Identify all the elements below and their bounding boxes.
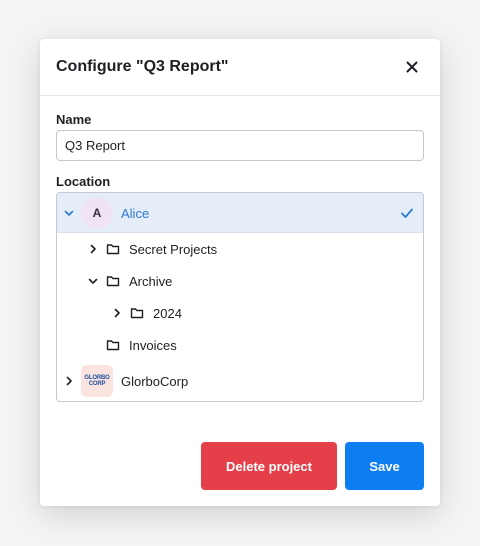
name-label: Name: [56, 112, 92, 127]
chevron-right-icon[interactable]: [63, 375, 75, 387]
tree-item-label: Secret Projects: [129, 242, 218, 257]
dialog-title: Configure "Q3 Report": [56, 58, 229, 75]
chevron-down-icon[interactable]: [63, 207, 75, 219]
folder-icon: [106, 244, 120, 255]
name-input[interactable]: [56, 130, 424, 161]
folder-icon: [130, 308, 144, 319]
save-button[interactable]: Save: [345, 442, 424, 490]
close-icon[interactable]: [404, 59, 420, 75]
glorbocorp-logo: GLORBO CORP: [81, 365, 113, 397]
tree-item-label: Alice: [121, 206, 150, 221]
tree-item-secret-projects[interactable]: Secret Projects: [57, 233, 423, 265]
checkmark-icon: [401, 208, 413, 218]
delete-project-button[interactable]: Delete project: [201, 442, 337, 490]
tree-item-invoices[interactable]: Invoices: [57, 329, 423, 361]
configure-dialog: Configure "Q3 Report" Name Location A Al…: [40, 39, 440, 506]
tree-item-label: Invoices: [129, 338, 177, 353]
folder-icon: [106, 276, 120, 287]
chevron-right-icon[interactable]: [87, 243, 99, 255]
tree-item-glorbocorp[interactable]: GLORBO CORP GlorboCorp: [57, 361, 423, 401]
chevron-right-icon[interactable]: [111, 307, 123, 319]
tree-item-label: 2024: [153, 306, 182, 321]
chevron-down-icon[interactable]: [87, 275, 99, 287]
dialog-header: Configure "Q3 Report": [40, 39, 440, 96]
avatar: A: [81, 197, 113, 229]
folder-icon: [106, 340, 120, 351]
tree-item-archive[interactable]: Archive: [57, 265, 423, 297]
location-tree: A Alice Secret Projects Archive 2024 Inv…: [56, 192, 424, 402]
tree-item-alice[interactable]: A Alice: [57, 193, 423, 233]
location-label: Location: [56, 174, 111, 189]
tree-item-label: Archive: [129, 274, 173, 289]
tree-item-2024[interactable]: 2024: [57, 297, 423, 329]
tree-item-label: GlorboCorp: [121, 374, 189, 389]
